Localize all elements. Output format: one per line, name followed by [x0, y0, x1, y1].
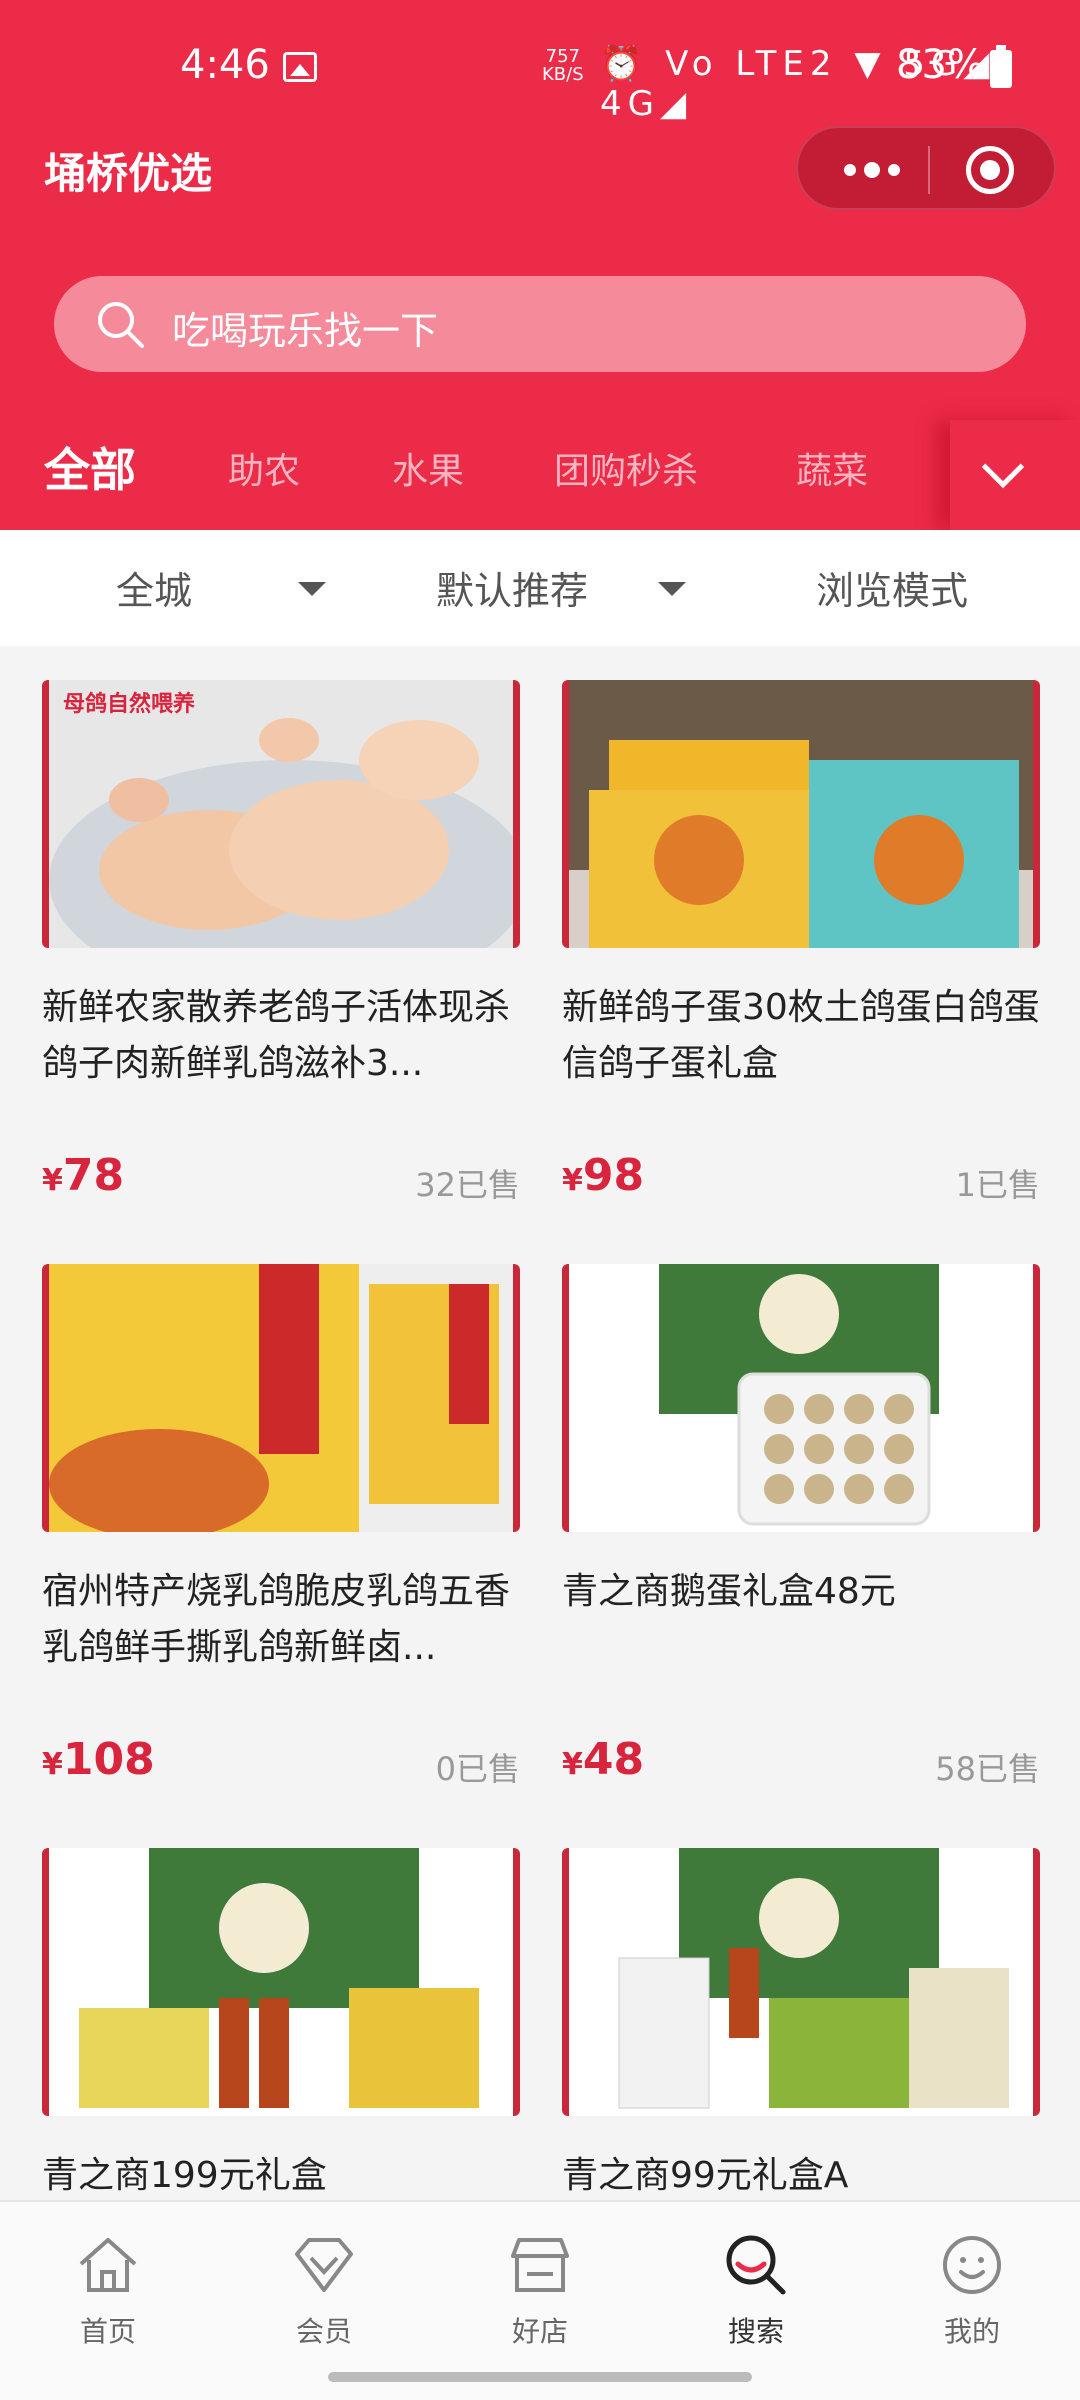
battery-percent: 83%: [896, 42, 985, 88]
product-title[interactable]: 新鲜鸽子蛋30枚土鸽蛋白鸽蛋信鸽子蛋礼盒: [562, 980, 1040, 1092]
price-value: 98: [582, 1150, 645, 1201]
sold-count: 0已售: [435, 1750, 520, 1788]
roast-pigeon-image: [49, 1264, 513, 1532]
currency-symbol: ¥: [42, 1163, 63, 1198]
mini-program-capsule: [796, 126, 1056, 210]
currency-symbol: ¥: [562, 1747, 583, 1782]
category-tabs: 全部 助农 水果 团购秒杀 蔬菜: [0, 420, 1080, 530]
currency-symbol: ¥: [562, 1163, 583, 1198]
network-speed: 757 KB/S: [542, 48, 584, 84]
smile-icon: [943, 2236, 1001, 2294]
product-price: ¥78: [42, 1150, 124, 1201]
nav-member[interactable]: 会员: [244, 2230, 404, 2350]
product-card[interactable]: 新鲜鸽子蛋30枚土鸽蛋白鸽蛋信鸽子蛋礼盒 ¥98 1已售: [562, 680, 1040, 1204]
store-icon: [511, 2238, 569, 2292]
sold-count: 1已售: [955, 1166, 1040, 1204]
pigeon-meat-image: [49, 680, 513, 948]
product-card[interactable]: 宿州特产烧乳鸽脆皮乳鸽五香乳鸽鲜手撕乳鸽新鲜卤... ¥108 0已售: [42, 1264, 520, 1788]
tab-agriculture[interactable]: 助农: [228, 442, 300, 494]
price-value: 108: [62, 1734, 155, 1785]
home-icon: [79, 2238, 137, 2292]
product-card[interactable]: 母鸽自然喂养 新鲜农家散养老鸽子活体现杀鸽子肉新鲜乳鸽滋补3... ¥78 32…: [42, 680, 520, 1204]
tab-group-flash-sale[interactable]: 团购秒杀: [554, 442, 698, 494]
image-caption: 母鸽自然喂养: [63, 692, 196, 717]
product-image[interactable]: [42, 1264, 520, 1532]
gallery-icon: [283, 52, 317, 82]
gift-box-199-image: [49, 1848, 513, 2116]
price-value: 78: [62, 1150, 125, 1201]
header: 4:46 757 KB/S ⏰ Vo LTE2 ▼ 5G◢ 4G◢ 83% 埇桥…: [0, 0, 1080, 530]
product-price: ¥108: [42, 1734, 155, 1785]
nav-search[interactable]: 搜索: [676, 2230, 836, 2350]
product-title[interactable]: 宿州特产烧乳鸽脆皮乳鸽五香乳鸽鲜手撕乳鸽新鲜卤...: [42, 1564, 520, 1676]
search-icon: [98, 302, 144, 348]
product-image[interactable]: [42, 1848, 520, 2116]
close-miniprogram-icon[interactable]: [966, 146, 1014, 194]
status-bar: 4:46 757 KB/S ⏰ Vo LTE2 ▼ 5G◢ 4G◢ 83%: [0, 0, 1080, 130]
nav-profile[interactable]: 我的: [892, 2230, 1052, 2350]
search-bar[interactable]: 吃喝玩乐找一下: [54, 276, 1026, 372]
nav-label: 搜索: [727, 2315, 784, 2348]
capsule-divider: [928, 146, 930, 194]
nav-label: 首页: [79, 2315, 136, 2348]
filter-sort[interactable]: 默认推荐: [436, 560, 588, 615]
tab-vegetables[interactable]: 蔬菜: [796, 442, 868, 494]
nav-label: 好店: [511, 2315, 568, 2348]
tab-fruit[interactable]: 水果: [392, 442, 464, 494]
filter-view-mode[interactable]: 浏览模式: [816, 560, 968, 615]
tab-all[interactable]: 全部: [44, 434, 136, 500]
product-price: ¥98: [562, 1150, 644, 1201]
search-icon: [726, 2235, 786, 2295]
product-image[interactable]: [562, 1848, 1040, 2116]
price-value: 48: [582, 1734, 645, 1785]
caret-down-icon: [298, 582, 326, 596]
nav-label: 会员: [295, 2315, 352, 2348]
page-title: 埇桥优选: [44, 149, 213, 198]
filter-city[interactable]: 全城: [116, 560, 192, 615]
product-image[interactable]: [562, 1264, 1040, 1532]
product-card[interactable]: 青之商99元礼盒A: [562, 1848, 1040, 2196]
expand-tabs-button[interactable]: [950, 420, 1080, 530]
diamond-icon: [295, 2238, 353, 2292]
product-title[interactable]: 新鲜农家散养老鸽子活体现杀鸽子肉新鲜乳鸽滋补3...: [42, 980, 520, 1092]
status-time: 4:46: [180, 42, 270, 88]
product-card[interactable]: 青之商199元礼盒: [42, 1848, 520, 2196]
sold-count: 58已售: [935, 1750, 1040, 1788]
nav-home[interactable]: 首页: [28, 2230, 188, 2350]
more-icon[interactable]: [834, 128, 904, 212]
home-indicator[interactable]: [328, 2372, 752, 2382]
nav-stores[interactable]: 好店: [460, 2230, 620, 2350]
network-speed-unit: KB/S: [542, 64, 584, 85]
product-card[interactable]: 青之商鹅蛋礼盒48元 ¥48 58已售: [562, 1264, 1040, 1788]
egg-giftbox-image: [569, 680, 1033, 948]
product-price: ¥48: [562, 1734, 644, 1785]
battery-icon: [990, 45, 1012, 88]
filter-bar: 全城 默认推荐 浏览模式: [0, 530, 1080, 646]
sold-count: 32已售: [415, 1166, 520, 1204]
search-input[interactable]: 吃喝玩乐找一下: [172, 300, 438, 355]
gift-box-99-image: [569, 1848, 1033, 2116]
product-image[interactable]: [562, 680, 1040, 948]
chevron-down-icon: [981, 445, 1025, 489]
nav-label: 我的: [943, 2315, 1000, 2348]
product-image[interactable]: 母鸽自然喂养: [42, 680, 520, 948]
currency-symbol: ¥: [42, 1747, 63, 1782]
bottom-nav: 首页 会员 好店 搜索 我的: [0, 2200, 1080, 2400]
caret-down-icon: [658, 582, 686, 596]
product-title[interactable]: 青之商鹅蛋礼盒48元: [562, 1564, 1040, 1676]
goose-egg-box-image: [569, 1264, 1033, 1532]
